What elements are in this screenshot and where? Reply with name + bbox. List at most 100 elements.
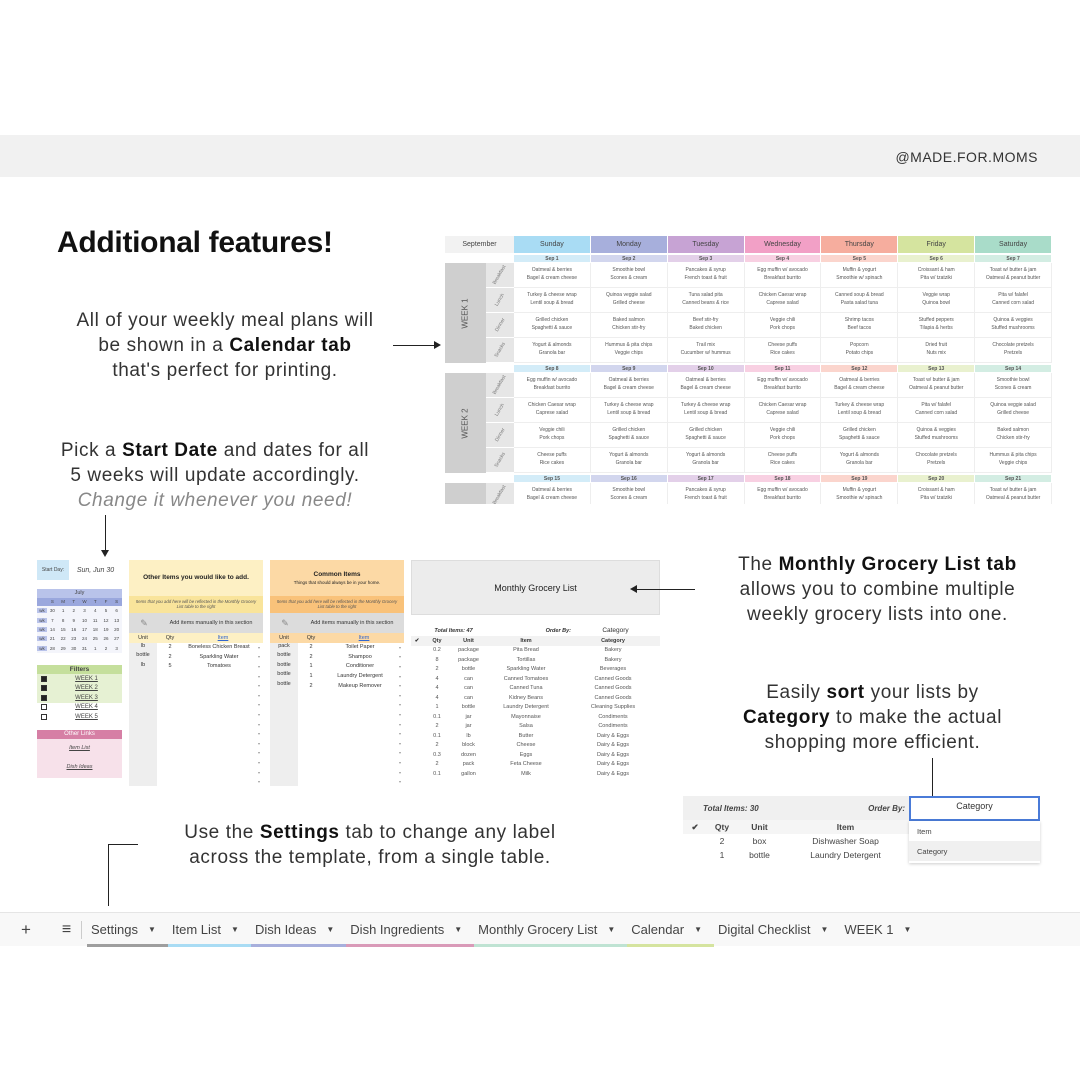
item-cell[interactable] xyxy=(270,709,298,720)
option-category[interactable]: Category xyxy=(909,841,1040,861)
item-cell[interactable] xyxy=(270,757,298,768)
day-cell[interactable]: 26 xyxy=(101,636,112,641)
dropdown-caret-icon[interactable]: ▾ xyxy=(396,683,404,688)
item-cell[interactable] xyxy=(270,690,298,701)
item-cell[interactable]: Tomatoes xyxy=(183,663,255,669)
day-cell[interactable]: 3 xyxy=(79,608,90,613)
day-cell[interactable]: 29 xyxy=(58,646,69,651)
tab-week-1[interactable]: WEEK 1 ▼ xyxy=(840,913,923,947)
day-cell[interactable]: 5 xyxy=(101,608,112,613)
item-cell[interactable] xyxy=(129,690,157,701)
item-cell[interactable]: 1 xyxy=(298,673,324,679)
filter-link[interactable]: WEEK 4 xyxy=(51,704,122,710)
dropdown-caret-icon[interactable]: ▾ xyxy=(396,693,404,698)
item-cell[interactable] xyxy=(129,700,157,710)
day-cell[interactable]: 17 xyxy=(79,627,90,632)
item-cell[interactable]: lb xyxy=(129,642,157,653)
tab-dish-ingredients[interactable]: Dish Ingredients ▼ xyxy=(346,913,475,947)
filter-link[interactable]: WEEK 5 xyxy=(51,714,122,720)
day-cell[interactable]: 27 xyxy=(111,636,122,641)
item-cell[interactable] xyxy=(129,767,157,777)
dropdown-caret-icon[interactable]: ▾ xyxy=(255,741,263,746)
dropdown-caret-icon[interactable]: ▾ xyxy=(396,702,404,707)
item-cell[interactable] xyxy=(270,767,298,777)
filter-link[interactable]: WEEK 2 xyxy=(51,685,122,691)
dropdown-caret-icon[interactable]: ▾ xyxy=(255,654,263,659)
item-cell[interactable]: 5 xyxy=(157,663,183,669)
item-cell[interactable]: 2 xyxy=(157,644,183,650)
checkbox[interactable] xyxy=(41,685,47,692)
item-cell[interactable]: Sparkling Water xyxy=(183,654,255,660)
day-cell[interactable]: 7 xyxy=(47,618,58,623)
dropdown-caret-icon[interactable]: ▾ xyxy=(396,731,404,736)
caret-down-icon[interactable]: ▼ xyxy=(694,925,702,934)
day-cell[interactable]: 3 xyxy=(111,646,122,651)
day-cell[interactable]: 10 xyxy=(79,618,90,623)
tab-monthly-grocery-list[interactable]: Monthly Grocery List ▼ xyxy=(474,913,628,947)
start-day-value[interactable]: Sun, Jun 30 xyxy=(69,560,122,580)
dropdown-caret-icon[interactable]: ▾ xyxy=(255,712,263,717)
checkbox[interactable] xyxy=(41,713,47,720)
dropdown-caret-icon[interactable]: ▾ xyxy=(396,674,404,679)
day-cell[interactable]: 23 xyxy=(68,636,79,641)
mini-calendar[interactable]: July S M T W T F Swk 30 1 2 3 4 5 6 wk 7 8 9 10 11 12 13 wk 14 15… xyxy=(37,589,122,653)
item-cell[interactable] xyxy=(129,719,157,729)
item-cell[interactable]: pack xyxy=(270,642,298,653)
item-cell[interactable]: Conditioner xyxy=(324,663,396,669)
item-cell[interactable]: 1 xyxy=(298,663,324,669)
dropdown-caret-icon[interactable]: ▾ xyxy=(255,702,263,707)
item-cell[interactable] xyxy=(129,709,157,720)
day-cell[interactable]: 31 xyxy=(79,646,90,651)
dropdown-caret-icon[interactable]: ▾ xyxy=(396,779,404,784)
dropdown-caret-icon[interactable]: ▾ xyxy=(255,760,263,765)
caret-down-icon[interactable]: ▼ xyxy=(454,925,462,934)
plus-icon[interactable]: + xyxy=(0,920,52,940)
dropdown-caret-icon[interactable]: ▾ xyxy=(255,645,263,650)
dropdown-caret-icon[interactable]: ▾ xyxy=(255,779,263,784)
dropdown-caret-icon[interactable]: ▾ xyxy=(255,750,263,755)
filter-link[interactable]: WEEK 1 xyxy=(51,676,122,682)
dropdown-caret-icon[interactable]: ▾ xyxy=(255,731,263,736)
day-cell[interactable]: 16 xyxy=(68,627,79,632)
order-by-select[interactable]: Category xyxy=(571,627,660,634)
item-cell[interactable] xyxy=(129,728,157,739)
item-cell[interactable]: 2 xyxy=(298,654,324,660)
day-cell[interactable]: 2 xyxy=(68,608,79,613)
item-cell[interactable]: bottle xyxy=(270,652,298,662)
day-cell[interactable]: 14 xyxy=(47,627,58,632)
item-cell[interactable]: Laundry Detergent xyxy=(324,673,396,679)
dropdown-caret-icon[interactable]: ▾ xyxy=(396,712,404,717)
day-cell[interactable]: 11 xyxy=(90,618,101,623)
item-cell[interactable]: 2 xyxy=(298,644,324,650)
day-cell[interactable]: 22 xyxy=(58,636,69,641)
dropdown-caret-icon[interactable]: ▾ xyxy=(396,645,404,650)
dropdown-caret-icon[interactable]: ▾ xyxy=(255,693,263,698)
item-cell[interactable]: bottle xyxy=(270,671,298,681)
item-cell[interactable]: bottle xyxy=(270,680,298,691)
tab-calendar[interactable]: Calendar ▼ xyxy=(627,913,714,947)
item-cell[interactable] xyxy=(270,728,298,739)
dropdown-caret-icon[interactable]: ▾ xyxy=(396,654,404,659)
filter-link[interactable]: WEEK 3 xyxy=(51,695,122,701)
caret-down-icon[interactable]: ▼ xyxy=(148,925,156,934)
day-cell[interactable]: 30 xyxy=(68,646,79,651)
day-cell[interactable]: 28 xyxy=(47,646,58,651)
dropdown-caret-icon[interactable]: ▾ xyxy=(255,770,263,775)
item-cell[interactable]: Toilet Paper xyxy=(324,644,396,650)
link[interactable]: Dish Ideas xyxy=(37,758,122,777)
day-cell[interactable]: 19 xyxy=(101,627,112,632)
item-cell[interactable]: bottle xyxy=(270,661,298,672)
tab-digital-checklist[interactable]: Digital Checklist ▼ xyxy=(714,913,840,947)
item-cell[interactable]: 2 xyxy=(298,683,324,689)
day-cell[interactable]: 6 xyxy=(111,608,122,613)
order-by-dropdown[interactable]: Category xyxy=(909,796,1040,821)
day-cell[interactable]: 25 xyxy=(90,636,101,641)
dropdown-caret-icon[interactable]: ▾ xyxy=(255,722,263,727)
dropdown-caret-icon[interactable]: ▾ xyxy=(396,722,404,727)
dropdown-caret-icon[interactable]: ▾ xyxy=(255,664,263,669)
dropdown-caret-icon[interactable]: ▾ xyxy=(396,770,404,775)
item-cell[interactable]: Makeup Remover xyxy=(324,683,396,689)
item-cell[interactable]: lb xyxy=(129,661,157,672)
day-cell[interactable]: 13 xyxy=(111,618,122,623)
caret-down-icon[interactable]: ▼ xyxy=(231,925,239,934)
